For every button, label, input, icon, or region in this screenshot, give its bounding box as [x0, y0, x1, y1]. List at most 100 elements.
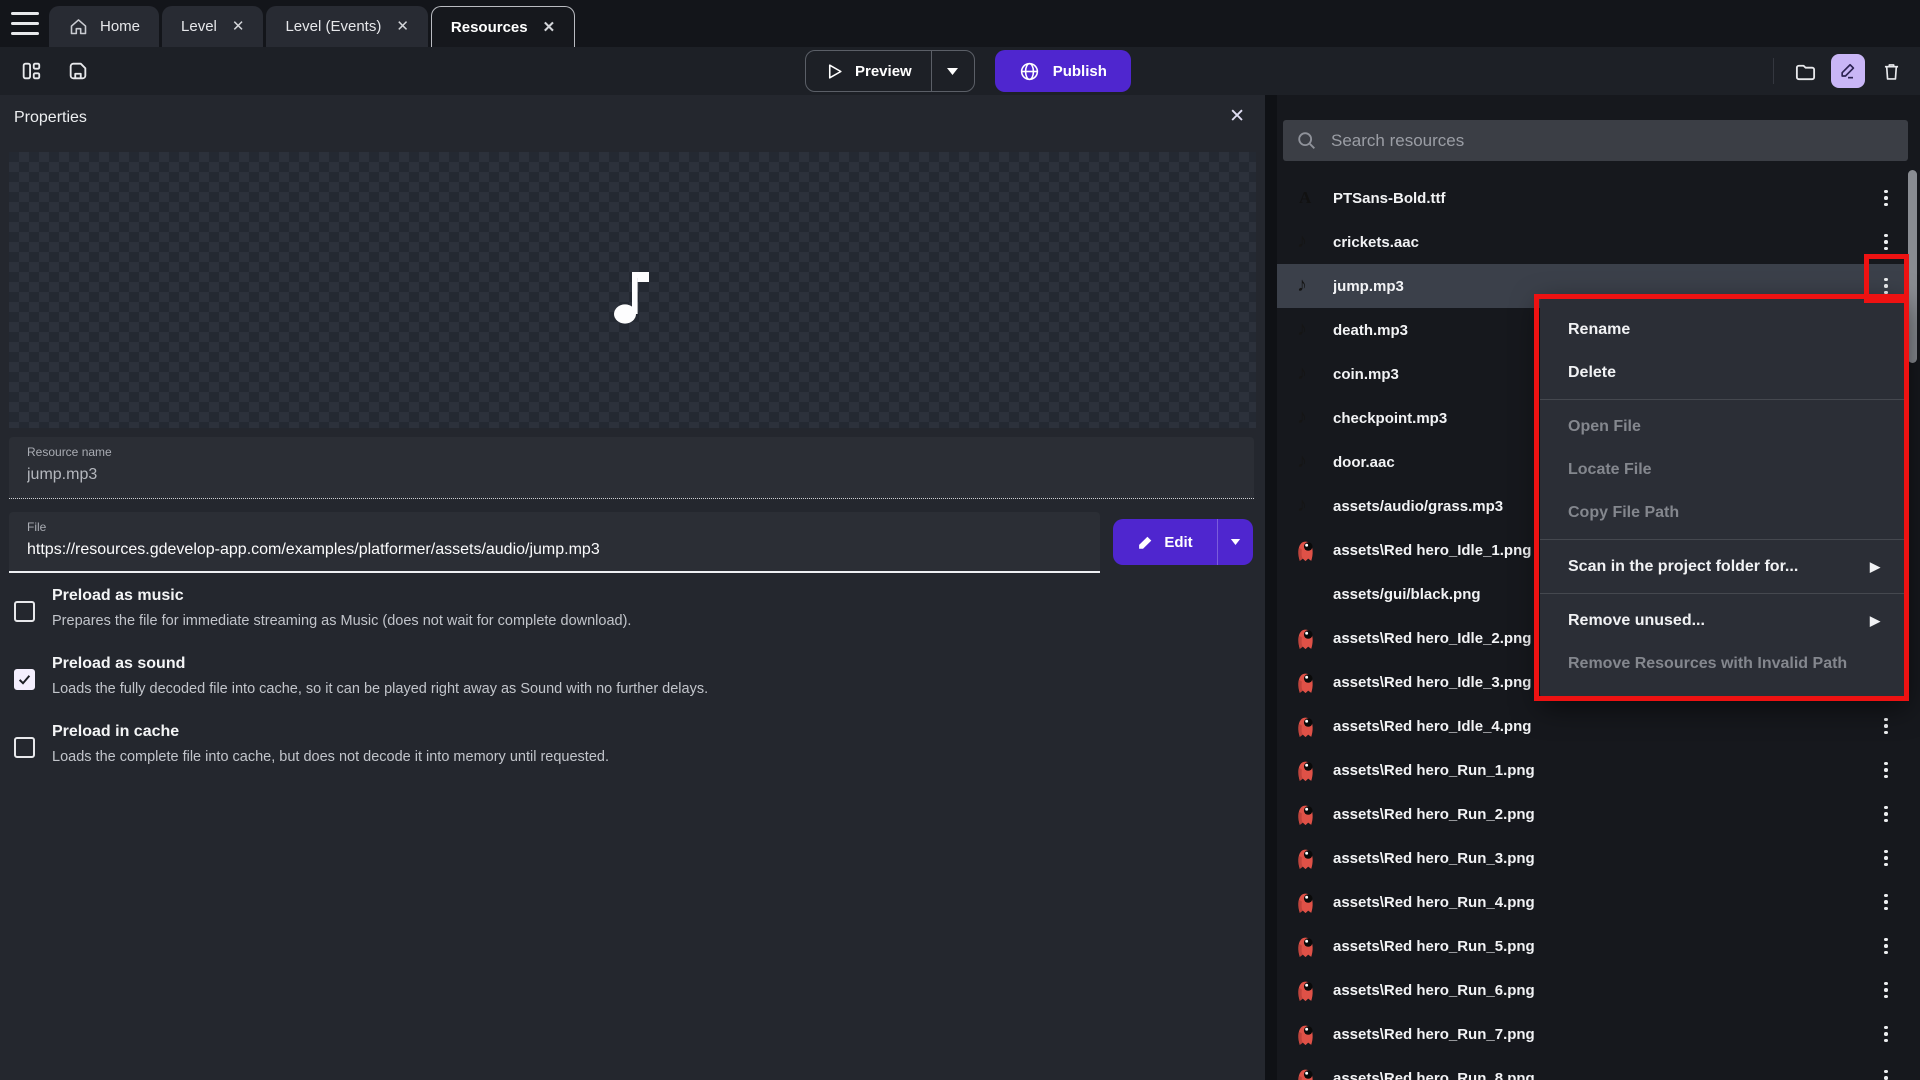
kebab-menu-icon[interactable]	[1874, 976, 1898, 1004]
close-icon[interactable]: ✕	[396, 19, 409, 34]
preview-split-button: Preview	[805, 50, 975, 92]
resource-list-item[interactable]: assets\Red hero_Run_3.png	[1277, 836, 1908, 880]
properties-close-icon[interactable]: ✕	[1229, 105, 1245, 128]
preload-options: Preload as music Prepares the file for i…	[14, 587, 1014, 791]
kebab-menu-icon[interactable]	[1874, 800, 1898, 828]
sprite-thumbnail-icon	[1293, 1035, 1318, 1052]
home-icon	[68, 16, 89, 37]
checkbox[interactable]	[14, 601, 35, 622]
tab-label: Level (Events)	[285, 18, 381, 35]
scrollbar-thumb[interactable]	[1908, 170, 1917, 363]
preview-label: Preview	[855, 63, 912, 80]
context-menu-item: Copy File Path	[1540, 491, 1908, 534]
sprite-thumbnail-icon	[1293, 947, 1318, 964]
toolbar-divider	[1773, 58, 1774, 84]
panels-layout-icon[interactable]	[14, 54, 48, 88]
toolbar: Preview Publish	[0, 47, 1920, 95]
resource-list-item[interactable]: assets\Red hero_Run_5.png	[1277, 924, 1908, 968]
resource-preview	[9, 152, 1256, 428]
tab-level-events[interactable]: Level (Events) ✕	[266, 6, 427, 47]
resource-context-menu: Rename Delete Open File Locate File Copy…	[1540, 296, 1908, 700]
resource-name: assets\Red hero_Run_1.png	[1333, 762, 1860, 779]
resource-name: assets\Red hero_Run_4.png	[1333, 894, 1860, 911]
resource-list-item[interactable]: assets\Red hero_Run_1.png	[1277, 748, 1908, 792]
resource-list-item[interactable]: assets\Red hero_Run_2.png	[1277, 792, 1908, 836]
properties-title: Properties	[14, 109, 87, 127]
resource-list-item[interactable]: assets\Red hero_Run_4.png	[1277, 880, 1908, 924]
file-field[interactable]: File https://resources.gdevelop-app.com/…	[9, 512, 1100, 573]
kebab-menu-icon[interactable]	[1874, 844, 1898, 872]
tab-home[interactable]: Home	[49, 6, 159, 47]
sprite-thumbnail-icon	[1293, 859, 1318, 876]
resource-name-field[interactable]: Resource name jump.mp3	[9, 437, 1254, 499]
kebab-menu-icon[interactable]	[1874, 712, 1898, 740]
preload-option: Preload as sound Loads the fully decoded…	[14, 655, 1014, 697]
kebab-menu-icon[interactable]	[1874, 756, 1898, 784]
preload-option-description: Loads the complete file into cache, but …	[52, 749, 609, 765]
edit-button[interactable]: Edit	[1113, 519, 1217, 565]
preload-option: Preload in cache Loads the complete file…	[14, 723, 1014, 765]
publish-button[interactable]: Publish	[995, 50, 1131, 92]
resource-list-item[interactable]: assets\Red hero_Idle_4.png	[1277, 704, 1908, 748]
chevron-down-icon	[1230, 538, 1241, 546]
edit-label: Edit	[1164, 534, 1192, 551]
context-menu-item[interactable]: Delete	[1540, 351, 1908, 394]
resource-list-item[interactable]: crickets.aac	[1277, 220, 1908, 264]
folder-icon[interactable]	[1788, 54, 1822, 88]
sprite-thumbnail-icon	[1293, 991, 1318, 1008]
kebab-menu-icon[interactable]	[1874, 1020, 1898, 1048]
context-menu-item: Remove Resources with Invalid Path	[1540, 642, 1908, 685]
preload-option-description: Prepares the file for immediate streamin…	[52, 613, 631, 629]
preload-option-label: Preload as sound	[52, 655, 708, 673]
save-icon[interactable]	[61, 54, 95, 88]
tab-label: Home	[100, 18, 140, 35]
context-menu-item[interactable]: Remove unused... ▶	[1540, 599, 1908, 642]
file-label: File	[27, 520, 1082, 534]
preview-button[interactable]: Preview	[806, 51, 932, 91]
context-menu-item[interactable]: Rename	[1540, 308, 1908, 351]
resource-name: assets\Red hero_Idle_4.png	[1333, 718, 1860, 735]
edit-dropdown-button[interactable]	[1217, 519, 1253, 565]
trash-icon[interactable]	[1874, 54, 1908, 88]
check-icon	[17, 672, 32, 687]
tab-level[interactable]: Level ✕	[162, 6, 263, 47]
pencil-icon	[1137, 534, 1154, 551]
preload-option: Preload as music Prepares the file for i…	[14, 587, 1014, 629]
kebab-menu-icon[interactable]	[1874, 228, 1898, 256]
resource-name: assets\Red hero_Run_5.png	[1333, 938, 1860, 955]
globe-icon	[1019, 61, 1040, 82]
preview-dropdown-button[interactable]	[932, 51, 974, 91]
edit-properties-icon[interactable]	[1831, 54, 1865, 88]
tab-resources[interactable]: Resources ✕	[431, 6, 575, 47]
kebab-menu-icon[interactable]	[1874, 1064, 1898, 1080]
resource-list-item[interactable]: assets\Red hero_Run_8.png	[1277, 1056, 1908, 1080]
resource-name: assets\Red hero_Run_2.png	[1333, 806, 1860, 823]
checkbox[interactable]	[14, 669, 35, 690]
context-menu-item[interactable]: Scan in the project folder for... ▶	[1540, 545, 1908, 588]
file-value: https://resources.gdevelop-app.com/examp…	[27, 541, 1082, 559]
resource-name: assets\Red hero_Run_3.png	[1333, 850, 1860, 867]
resource-list-item[interactable]: assets\Red hero_Run_7.png	[1277, 1012, 1908, 1056]
main-menu-icon[interactable]	[11, 12, 39, 35]
checkbox[interactable]	[14, 737, 35, 758]
close-icon[interactable]: ✕	[232, 19, 245, 34]
kebab-menu-icon[interactable]	[1874, 184, 1898, 212]
sprite-thumbnail-icon	[1293, 903, 1318, 920]
kebab-menu-icon[interactable]	[1874, 888, 1898, 916]
resource-list-item[interactable]: assets\Red hero_Run_6.png	[1277, 968, 1908, 1012]
resource-name: assets\Red hero_Run_7.png	[1333, 1026, 1860, 1043]
submenu-arrow-icon: ▶	[1870, 559, 1880, 575]
resource-list-item[interactable]: PTSans-Bold.ttf	[1277, 176, 1908, 220]
resource-name: assets\Red hero_Run_8.png	[1333, 1070, 1860, 1080]
kebab-menu-icon[interactable]	[1874, 932, 1898, 960]
resource-name-label: Resource name	[27, 445, 1236, 459]
close-icon[interactable]: ✕	[543, 20, 556, 35]
search-input[interactable]	[1331, 131, 1895, 151]
search-box[interactable]	[1283, 120, 1908, 161]
resource-name-value: jump.mp3	[27, 466, 1236, 484]
preload-option-description: Loads the fully decoded file into cache,…	[52, 681, 708, 697]
submenu-arrow-icon: ▶	[1870, 613, 1880, 629]
resource-name: PTSans-Bold.ttf	[1333, 190, 1860, 207]
sprite-thumbnail-icon	[1293, 727, 1318, 744]
tab-label: Resources	[451, 19, 528, 36]
